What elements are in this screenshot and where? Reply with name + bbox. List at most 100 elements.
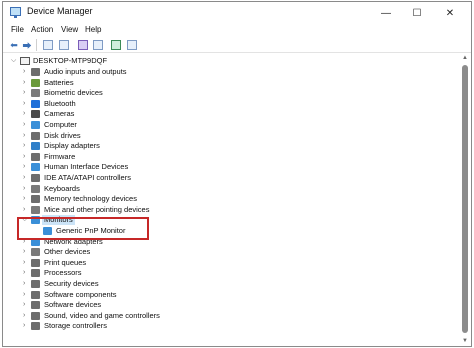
scan-icon[interactable] [59, 40, 69, 50]
minimize-button[interactable]: — [371, 2, 401, 24]
menu-bar: File Action View Help [3, 24, 471, 38]
tree-item[interactable]: › Storage controllers [3, 321, 459, 331]
sound-icon [31, 311, 40, 320]
chevron-right-icon[interactable]: › [23, 68, 25, 76]
properties-icon[interactable] [43, 40, 53, 50]
chevron-right-icon[interactable]: › [23, 312, 25, 320]
mouse-icon [31, 205, 40, 214]
chevron-right-icon[interactable]: › [23, 269, 25, 277]
tree-item[interactable]: › Batteries [3, 78, 459, 88]
bluetooth-icon [31, 99, 40, 108]
keyboard-icon [31, 184, 40, 193]
tree-item[interactable]: › Computer [3, 120, 459, 130]
tree-item-label: Audio inputs and outputs [44, 67, 127, 76]
tree-item[interactable]: › Human Interface Devices [3, 162, 459, 172]
device-manager-icon [10, 7, 21, 18]
tree-item[interactable]: › Processors [3, 268, 459, 278]
tree-item[interactable]: › Biometric devices [3, 88, 459, 98]
chevron-right-icon[interactable]: › [23, 248, 25, 256]
chevron-right-icon[interactable]: › [23, 132, 25, 140]
storage-controller-icon [31, 322, 40, 331]
root-label: DESKTOP-MTP9DQF [33, 56, 108, 65]
tree-item[interactable]: › Security devices [3, 279, 459, 289]
ide-controller-icon [31, 174, 40, 182]
computer-icon [31, 121, 40, 129]
maximize-button[interactable]: ☐ [402, 2, 432, 24]
tree-item[interactable]: › Software devices [3, 300, 459, 310]
processor-icon [31, 269, 40, 278]
tree-item-label: Batteries [44, 77, 74, 87]
forward-arrow-icon[interactable]: ⮕ [21, 39, 33, 51]
software-component-icon [31, 290, 40, 299]
tree-item-label: Software components [44, 289, 117, 299]
scroll-down-icon[interactable]: ▼ [459, 336, 471, 346]
chevron-right-icon[interactable]: › [23, 185, 25, 193]
device-manager-window: Device Manager — ☐ ✕ File Action View He… [2, 1, 472, 347]
fingerprint-icon [31, 89, 40, 98]
chevron-right-icon[interactable]: › [23, 195, 25, 203]
firmware-icon [31, 152, 40, 161]
printer-icon [31, 258, 40, 267]
memory-icon [31, 195, 40, 204]
tree-item[interactable]: › Firmware [3, 152, 459, 162]
tree-item[interactable]: › Mice and other pointing devices [3, 205, 459, 215]
chevron-right-icon[interactable]: › [23, 163, 25, 171]
tree-item[interactable]: › IDE ATA/ATAPI controllers [3, 173, 459, 183]
tree-root[interactable]: ⌵ DESKTOP-MTP9DQF [3, 56, 459, 66]
tree-item-label: Storage controllers [44, 321, 107, 331]
chevron-right-icon[interactable]: › [23, 280, 25, 288]
menu-action[interactable]: Action [31, 25, 53, 34]
battery-icon [31, 78, 40, 87]
tree-item-label: Print queues [44, 257, 87, 267]
camera-icon [31, 110, 40, 119]
tree-item-label: Software devices [44, 300, 102, 310]
chevron-right-icon[interactable]: › [23, 153, 25, 161]
chevron-right-icon[interactable]: › [23, 291, 25, 299]
other-devices-icon [31, 248, 40, 257]
tree-item[interactable]: › Disk drives [3, 131, 459, 141]
update-driver-icon[interactable] [111, 40, 121, 50]
display-adapter-icon [31, 142, 40, 151]
window-title: Device Manager [27, 6, 93, 16]
back-arrow-icon[interactable]: ⬅ [8, 39, 20, 51]
chevron-right-icon[interactable]: › [23, 89, 25, 97]
chevron-right-icon[interactable]: › [23, 142, 25, 150]
menu-file[interactable]: File [11, 25, 24, 34]
vertical-scrollbar[interactable]: ▲ ▼ [459, 53, 471, 346]
tree-item[interactable]: › Keyboards [3, 184, 459, 194]
tree-item-label: Mice and other pointing devices [44, 204, 150, 214]
scroll-up-icon[interactable]: ▲ [459, 53, 471, 63]
tree-item[interactable]: › Audio inputs and outputs [3, 67, 459, 77]
tree-item[interactable]: › Print queues [3, 258, 459, 268]
chevron-right-icon[interactable]: › [23, 100, 25, 108]
tree-item[interactable]: › Sound, video and game controllers [3, 311, 459, 321]
monitors-highlight-box [17, 217, 149, 240]
chevron-right-icon[interactable]: › [23, 110, 25, 118]
chevron-right-icon[interactable]: › [23, 259, 25, 267]
chevron-right-icon[interactable]: › [23, 174, 25, 182]
chevron-down-icon[interactable]: ⌵ [11, 57, 16, 65]
tree-item[interactable]: › Cameras [3, 109, 459, 119]
chevron-right-icon[interactable]: › [23, 322, 25, 330]
chevron-right-icon[interactable]: › [23, 121, 25, 129]
chevron-right-icon[interactable]: › [23, 79, 25, 87]
help-icon[interactable] [78, 40, 88, 50]
device-list-icon[interactable] [93, 40, 103, 50]
scroll-thumb[interactable] [462, 65, 468, 333]
tree-item-label: Processors [44, 268, 82, 278]
device-tree: ⌵ DESKTOP-MTP9DQF › Audio inputs and outp… [3, 53, 459, 346]
tree-item[interactable]: › Memory technology devices [3, 194, 459, 204]
menu-help[interactable]: Help [85, 25, 101, 34]
tree-item[interactable]: › Display adapters [3, 141, 459, 151]
speaker-icon [31, 68, 40, 76]
chevron-right-icon[interactable]: › [23, 301, 25, 309]
tree-item[interactable]: › Bluetooth [3, 99, 459, 109]
hid-icon [31, 163, 40, 172]
menu-view[interactable]: View [61, 25, 78, 34]
tree-item[interactable]: › Software components [3, 290, 459, 300]
close-button[interactable]: ✕ [435, 2, 465, 24]
tree-item[interactable]: › Other devices [3, 247, 459, 257]
chevron-right-icon[interactable]: › [23, 206, 25, 214]
monitor-icon[interactable] [127, 40, 137, 50]
tree-item-label: Computer [44, 120, 77, 129]
